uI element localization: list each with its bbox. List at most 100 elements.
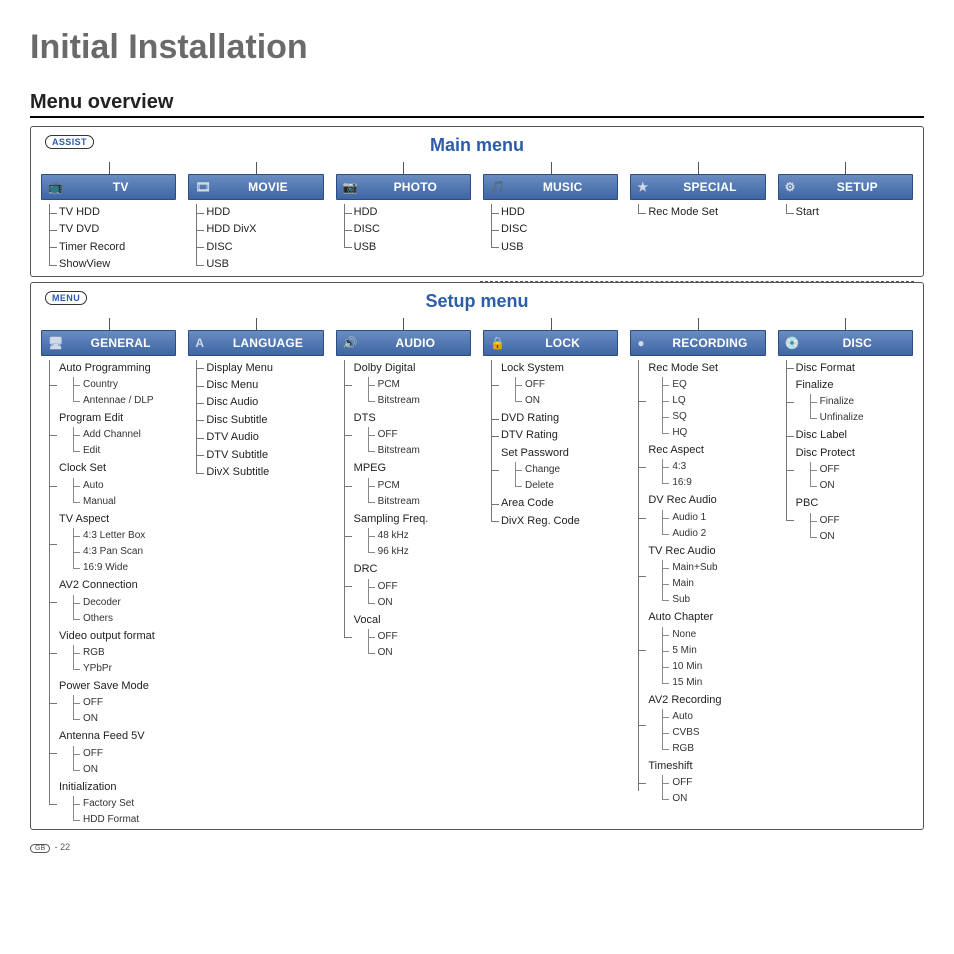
region-badge: GB [30, 844, 50, 853]
tab-label: TV [72, 180, 169, 194]
tree-subitem: Finalize [810, 394, 913, 410]
main-tab-photo: 📷PHOTO [336, 174, 471, 200]
tree-item: Auto ProgrammingCountryAntennae / DLP [49, 360, 176, 410]
tree-item: Rec Aspect4:316:9 [638, 442, 765, 492]
photo-icon: 📷 [343, 180, 361, 194]
tree-subitem: Audio 2 [662, 526, 765, 542]
tree-subitem: OFF [368, 579, 471, 595]
tree-subitem: 96 kHz [368, 544, 471, 560]
tree-subitem: YPbPr [73, 661, 176, 677]
tree-item: PBCOFFON [786, 495, 913, 545]
tree-item-label: DV Rec Audio [648, 494, 716, 506]
tree-item: HDD DivX [196, 221, 323, 238]
tree: Disc FormatFinalizeFinalizeUnfinalizeDis… [778, 360, 913, 546]
tree-item: DTSOFFBitstream [344, 410, 471, 460]
tree-subitem: LQ [662, 393, 765, 409]
main-menu-header: ASSIST Main menu [41, 135, 913, 156]
tree-subitem: 4:3 Pan Scan [73, 544, 176, 560]
tree-subitem: Bitstream [368, 393, 471, 409]
tree-subitem: ON [368, 645, 471, 661]
tree-subitem: OFF [368, 629, 471, 645]
tree-item-label: Vocal [354, 614, 381, 626]
tree-item: Disc Label [786, 427, 913, 444]
tree-item: DTV Audio [196, 429, 323, 446]
tree-item: USB [491, 239, 618, 256]
tree-item: AV2 ConnectionDecoderOthers [49, 577, 176, 627]
setup-tab-audio: 🔊Audio [336, 330, 471, 356]
tree-subitem: 15 Min [662, 675, 765, 691]
tree-item: Set Password ChangeDelete [491, 445, 618, 495]
tree-subitem: 4:3 Letter Box [73, 528, 176, 544]
tree-subitem: OFF [662, 775, 765, 791]
tree-subitem: 4:3 [662, 459, 765, 475]
tree-subitem: OFF [810, 513, 913, 529]
tree-subitem: ON [368, 595, 471, 611]
special-icon: ★ [637, 180, 655, 194]
tree-item-label: Auto Programming [59, 362, 151, 374]
tree-item-label: Sampling Freq. [354, 513, 429, 525]
main-tab-tv: 📺 TV [41, 174, 176, 200]
tree-item: DRC OFFON [344, 561, 471, 611]
tree-subitem: Delete [515, 478, 618, 494]
tree-subitem: OFF [515, 377, 618, 393]
tree-subitem: Audio 1 [662, 510, 765, 526]
tree-subitem: Bitstream [368, 443, 471, 459]
tree: Start [778, 204, 913, 221]
tree: Auto ProgrammingCountryAntennae / DLPPro… [41, 360, 176, 830]
tree-subitem: ON [810, 478, 913, 494]
tree-subitem: 16:9 Wide [73, 560, 176, 576]
tab-label: MOVIE [219, 180, 316, 194]
assist-badge: ASSIST [45, 135, 94, 149]
tree-subitem: ON [810, 529, 913, 545]
tree-subitem: 16:9 [662, 475, 765, 491]
movie-icon: 🎞 [195, 180, 213, 194]
main-tab-movie: 🎞 MOVIE [188, 174, 323, 200]
tree-item-label: Timeshift [648, 760, 692, 772]
audio-icon: 🔊 [343, 336, 361, 350]
tree-item: DTV Rating [491, 427, 618, 444]
main-tab-setup: ⚙SETUP [778, 174, 913, 200]
tree-item-label: TV Aspect [59, 513, 109, 525]
tree-subitem: Change [515, 462, 618, 478]
tree-subitem: OFF [73, 695, 176, 711]
language-icon: A [195, 336, 213, 350]
tree-item-label: Disc Subtitle [206, 414, 267, 426]
tree-item: DivX Subtitle [196, 464, 323, 481]
tree-item-label: DTV Subtitle [206, 449, 268, 461]
main-menu-box: ASSIST Main menu 📺TVTV HDDTV DVDTimer Re… [30, 126, 924, 277]
tree-item: TV Aspect 4:3 Letter Box4:3 Pan Scan16:9 … [49, 511, 176, 577]
tree-item: Program EditAdd ChannelEdit [49, 410, 176, 460]
tree-item-label: Set Password [501, 447, 569, 459]
tree-subitem: Country [73, 377, 176, 393]
tree-item-label: Clock Set [59, 462, 106, 474]
tree-item: Disc ProtectOFFON [786, 445, 913, 495]
tree-subitem: Unfinalize [810, 410, 913, 426]
tree-item-label: DivX Subtitle [206, 466, 269, 478]
tree-subitem: Main+Sub [662, 560, 765, 576]
music-icon: 🎵 [490, 180, 508, 194]
tree: Lock SystemOFFONDVD RatingDTV RatingSet … [483, 360, 618, 530]
tree-subitem: Main [662, 576, 765, 592]
tree-item-label: TV Rec Audio [648, 545, 715, 557]
setup-menu-header: MENU Setup menu [41, 291, 913, 312]
setup-icon: ⚙ [785, 180, 803, 194]
setup-tab-lock: 🔒Lock [483, 330, 618, 356]
tree: Rec Mode Set [630, 204, 765, 221]
tree-subitem: Auto [73, 478, 176, 494]
tree-item-label: Disc Label [796, 429, 847, 441]
tree-item-label: DTV Audio [206, 431, 259, 443]
tree-item: Display Menu [196, 360, 323, 377]
setup-menu-title: Setup menu [425, 291, 528, 311]
tree-item: TV HDD [49, 204, 176, 221]
tree-subitem: RGB [73, 645, 176, 661]
tree-item-label: DRC [354, 563, 378, 575]
tree-item-label: Disc Menu [206, 379, 258, 391]
tree-item: Rec Mode SetEQLQSQHQ [638, 360, 765, 442]
tv-icon: 📺 [48, 180, 66, 194]
setup-tab-recording: ●Recording [630, 330, 765, 356]
tree-item: DISC [344, 221, 471, 238]
tree-subitem: CVBS [662, 725, 765, 741]
tree-subitem: HQ [662, 425, 765, 441]
tree-subitem: OFF [810, 462, 913, 478]
tree-item: DVD Rating [491, 410, 618, 427]
